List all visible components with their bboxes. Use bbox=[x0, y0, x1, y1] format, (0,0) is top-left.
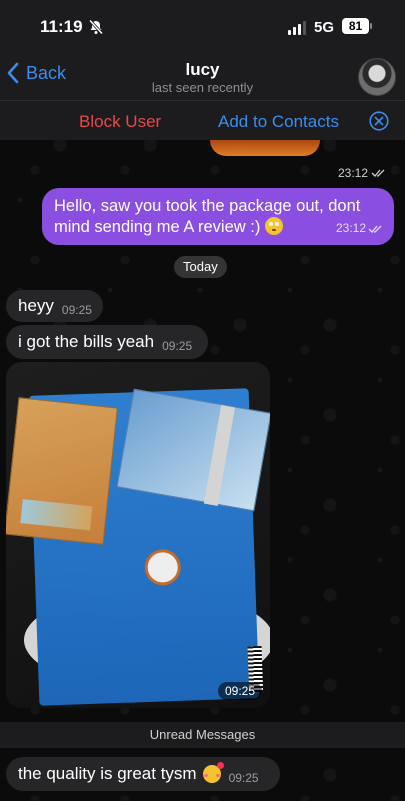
close-icon[interactable] bbox=[369, 111, 389, 131]
message-text: heyy bbox=[18, 296, 54, 315]
contact-action-bar: Block User Add to Contacts bbox=[0, 100, 405, 140]
add-to-contacts-button[interactable]: Add to Contacts bbox=[218, 112, 339, 132]
unread-messages-divider: Unread Messages bbox=[0, 722, 405, 748]
message-time: 09:25 bbox=[162, 338, 193, 353]
incoming-message[interactable]: the quality is great tysm 09:25 bbox=[6, 757, 280, 791]
double-check-icon bbox=[368, 225, 382, 233]
message-time: 23:12 bbox=[338, 166, 387, 180]
bell-slash-icon bbox=[88, 19, 104, 35]
double-check-icon bbox=[371, 169, 385, 177]
banknote-50 bbox=[6, 397, 118, 545]
incoming-message[interactable]: i got the bills yeah 09:25 bbox=[6, 325, 208, 359]
avatar[interactable] bbox=[358, 58, 396, 96]
date-divider: Today bbox=[174, 256, 227, 278]
message-text: the quality is great tysm bbox=[18, 764, 197, 783]
message-time: 09:25 bbox=[61, 302, 92, 317]
status-time: 11:19 bbox=[40, 17, 83, 36]
battery-icon: 81 bbox=[342, 18, 372, 34]
chat-header: Back lucy last seen recently bbox=[0, 52, 405, 100]
network-type: 5G bbox=[314, 19, 335, 36]
photo-message[interactable]: 09:25 bbox=[6, 362, 270, 708]
contact-status: last seen recently bbox=[151, 80, 254, 95]
block-user-button[interactable]: Block User bbox=[79, 112, 161, 132]
smiling-face-with-hearts-emoji bbox=[202, 762, 224, 783]
message-text: Hello, saw you took the package out, don… bbox=[54, 197, 361, 236]
envelope-sticker bbox=[144, 548, 182, 586]
contact-name[interactable]: lucy bbox=[0, 60, 405, 80]
photo-time: 09:25 bbox=[217, 682, 262, 700]
message-meta: 23:12 bbox=[336, 218, 384, 239]
message-text: i got the bills yeah bbox=[18, 332, 155, 351]
flushed-face-emoji bbox=[264, 217, 283, 235]
incoming-message[interactable]: heyy 09:25 bbox=[6, 290, 103, 322]
status-bar: 11:19 5G 81 bbox=[0, 0, 405, 52]
message-time: 09:25 bbox=[228, 770, 259, 785]
message-time: 23:12 bbox=[335, 221, 366, 235]
signal-icon bbox=[288, 21, 306, 35]
outgoing-message[interactable]: Hello, saw you took the package out, don… bbox=[42, 188, 394, 245]
sticker-message[interactable] bbox=[210, 140, 320, 156]
